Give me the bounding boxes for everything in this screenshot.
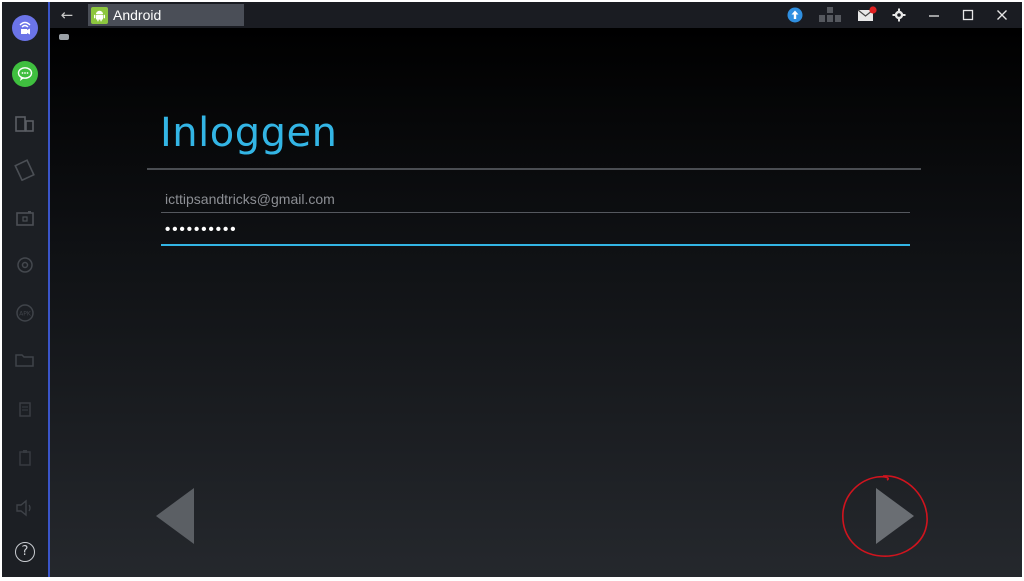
apk-icon: APK <box>16 304 34 322</box>
sidebar-copy[interactable] <box>2 389 48 429</box>
back-button[interactable]: ← <box>56 5 78 25</box>
location-icon <box>17 257 33 273</box>
title-bar: ← Android <box>50 2 1022 28</box>
folder-icon <box>15 354 34 367</box>
sidebar-rotate[interactable] <box>2 150 48 190</box>
app-title: Android <box>113 7 162 23</box>
svg-text:APK: APK <box>19 311 32 318</box>
emulator-window: APK ? ← Android Inloggen icttipsandtrick… <box>0 0 1024 581</box>
email-value: icttipsandtricks@gmail.com <box>165 191 335 207</box>
back-arrow-icon: ← <box>60 6 74 24</box>
volume-icon <box>16 499 31 517</box>
sidebar-paste[interactable] <box>2 438 48 478</box>
sidebar-camera[interactable] <box>2 198 48 238</box>
sidebar-video-call[interactable] <box>2 8 48 48</box>
camera-icon <box>16 211 34 226</box>
triangle-right-icon <box>876 488 914 544</box>
keyboard-icon <box>819 7 841 22</box>
device-icon <box>15 116 34 132</box>
sidebar-apk[interactable]: APK <box>2 293 48 333</box>
sidebar-volume[interactable] <box>2 488 48 528</box>
paste-icon <box>19 450 31 466</box>
tab-android[interactable]: Android <box>88 4 244 26</box>
password-value: •••••••••• <box>165 221 238 238</box>
sidebar-chat[interactable] <box>2 54 48 94</box>
help-icon: ? <box>15 542 35 562</box>
title-divider <box>147 168 921 170</box>
previous-button[interactable] <box>154 486 198 546</box>
notification-button[interactable] <box>854 2 880 28</box>
upload-icon <box>787 7 803 23</box>
status-bar-icon <box>59 34 69 40</box>
chat-icon <box>12 61 38 87</box>
sidebar-device[interactable] <box>2 104 48 144</box>
notification-icon <box>857 6 877 21</box>
minimize-icon <box>929 15 939 17</box>
maximize-button[interactable] <box>954 2 982 28</box>
close-button[interactable] <box>988 2 1016 28</box>
keyboard-button[interactable] <box>816 2 844 28</box>
sidebar-folder[interactable] <box>2 340 48 380</box>
android-icon <box>91 6 108 24</box>
rotate-icon <box>14 159 35 181</box>
gear-icon <box>892 8 906 22</box>
sidebar-help[interactable]: ? <box>2 532 48 572</box>
copy-icon <box>19 402 31 417</box>
triangle-left-icon <box>156 488 194 544</box>
password-field[interactable]: •••••••••• <box>161 220 910 246</box>
minimize-button[interactable] <box>920 2 948 28</box>
close-icon <box>997 10 1007 20</box>
android-screen: Inloggen icttipsandtricks@gmail.com ••••… <box>50 28 1022 577</box>
page-title: Inloggen <box>160 110 338 156</box>
settings-button[interactable] <box>888 2 910 28</box>
upload-button[interactable] <box>784 2 806 28</box>
sidebar-location[interactable] <box>2 245 48 285</box>
email-field[interactable]: icttipsandtricks@gmail.com <box>161 188 910 213</box>
video-call-icon <box>12 15 38 41</box>
emulator-sidebar: APK ? <box>2 2 50 577</box>
next-button[interactable] <box>872 486 916 546</box>
maximize-icon <box>962 9 974 21</box>
